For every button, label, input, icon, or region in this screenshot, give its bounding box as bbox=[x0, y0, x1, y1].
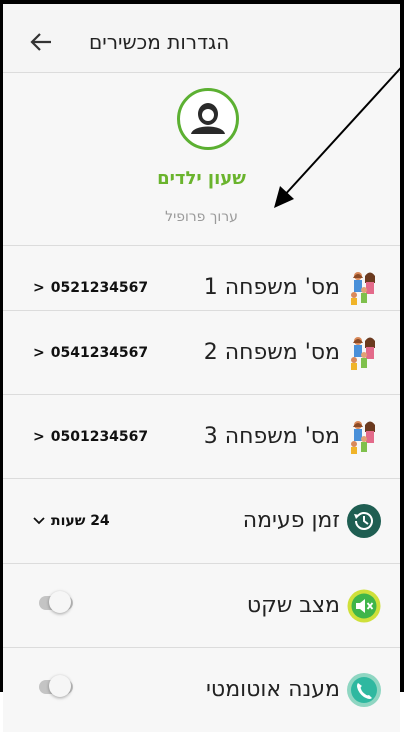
avatar[interactable] bbox=[177, 88, 239, 150]
auto-answer-row: מענה אוטומטי bbox=[3, 647, 400, 732]
toggle-knob bbox=[49, 675, 71, 697]
family-number-label: מס' משפחה 2 bbox=[203, 340, 340, 365]
phone-number: 0541234567 bbox=[50, 345, 149, 361]
wake-time-dropdown[interactable]: 24 שעות bbox=[33, 479, 110, 563]
family-icon bbox=[351, 421, 375, 454]
history-clock-icon bbox=[347, 504, 381, 538]
phone-icon bbox=[347, 673, 381, 707]
screenshot-frame-right bbox=[400, 0, 404, 692]
chevron-right-icon: > bbox=[33, 429, 45, 445]
wake-time-label: זמן פעימה bbox=[242, 508, 340, 533]
phone-number: 0501234567 bbox=[50, 429, 149, 445]
chevron-right-icon: > bbox=[33, 345, 45, 361]
family-number-value[interactable]: >0541234567 bbox=[33, 311, 148, 395]
family-icon bbox=[351, 337, 375, 370]
family-number-label: מס' משפחה 3 bbox=[203, 424, 340, 449]
wake-time-row[interactable]: זמן פעימה 24 שעות bbox=[3, 478, 400, 563]
mute-speaker-icon bbox=[347, 589, 381, 623]
wake-time-value: 24 שעות bbox=[51, 513, 110, 529]
silent-mode-row: מצב שקט bbox=[3, 563, 400, 648]
family-number-value[interactable]: >0501234567 bbox=[33, 395, 148, 479]
annotation-arrow-icon bbox=[274, 62, 404, 208]
family-number-row-2[interactable]: מס' משפחה 2 >0541234567 bbox=[3, 310, 400, 395]
arrow-left-icon[interactable] bbox=[29, 32, 53, 52]
auto-answer-label: מענה אוטומטי bbox=[206, 677, 340, 702]
silent-mode-toggle[interactable] bbox=[39, 591, 73, 613]
user-silhouette-icon bbox=[191, 102, 225, 134]
chevron-down-icon bbox=[33, 517, 45, 525]
family-number-row-3[interactable]: מס' משפחה 3 >0501234567 bbox=[3, 394, 400, 479]
silent-mode-label: מצב שקט bbox=[246, 593, 340, 618]
page-title: הגדרות מכשירים bbox=[89, 30, 230, 54]
toggle-knob bbox=[49, 591, 71, 613]
chevron-right-icon: > bbox=[33, 280, 45, 296]
phone-number: 0521234567 bbox=[50, 280, 149, 296]
family-icon bbox=[351, 272, 375, 305]
